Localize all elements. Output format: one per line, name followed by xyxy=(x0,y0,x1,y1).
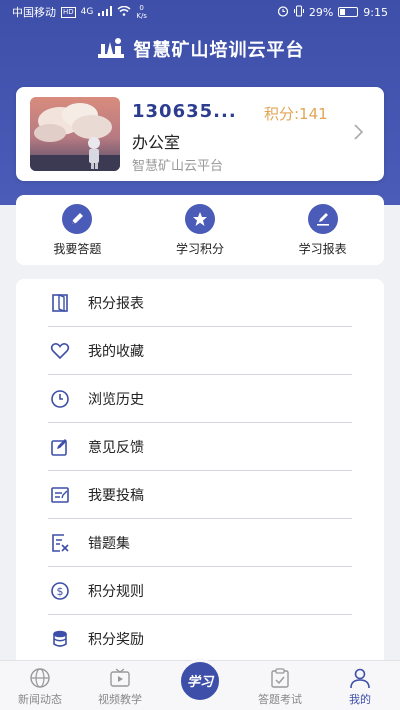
menu-item-label: 积分奖励 xyxy=(88,632,144,648)
menu-item-label: 积分规则 xyxy=(88,583,144,600)
person-icon xyxy=(350,668,370,689)
submit-icon xyxy=(48,483,72,507)
chevron-right-icon[interactable] xyxy=(351,123,365,141)
bottom-tab-bar: 新闻动态 视频教学 学习 答题考试 我的 xyxy=(0,659,400,710)
wrong-questions-icon xyxy=(48,531,72,555)
menu-item-history[interactable]: 浏览历史 xyxy=(48,375,352,423)
coin-stack-icon xyxy=(48,627,72,651)
battery-percent: 29% xyxy=(308,5,334,19)
quick-actions: 我要答题 学习积分 学习报表 xyxy=(16,195,384,265)
network-speed: 0 K/s xyxy=(136,4,147,20)
app-header: 智慧矿山培训云平台 xyxy=(0,34,400,64)
door-icon xyxy=(48,291,72,315)
clock-time: 9:15 xyxy=(363,5,388,19)
quick-action-label: 学习报表 xyxy=(298,241,347,256)
exam-icon xyxy=(271,668,289,688)
signal-icon xyxy=(98,5,113,19)
menu-item-label: 错题集 xyxy=(88,535,130,552)
globe-icon xyxy=(30,668,50,688)
tab-news[interactable]: 新闻动态 xyxy=(0,661,80,710)
quick-action-report[interactable]: 学习报表 xyxy=(273,203,373,257)
network-speed-value: 0 xyxy=(139,4,144,12)
department-name: 办公室 xyxy=(132,133,181,152)
status-bar: 中国移动 HD 4G 0 K/s 29% 9:15 xyxy=(0,0,400,24)
pencil-icon xyxy=(62,203,93,234)
menu-item-points-rules[interactable]: $ 积分规则 xyxy=(48,567,352,615)
menu-item-points-report[interactable]: 积分报表 xyxy=(48,279,352,327)
tab-label: 答题考试 xyxy=(258,693,302,706)
app-logo-icon xyxy=(97,38,124,58)
svg-text:$: $ xyxy=(57,585,64,598)
quick-action-answer[interactable]: 我要答题 xyxy=(27,203,127,257)
edit-icon xyxy=(307,203,338,234)
tab-label: 视频教学 xyxy=(98,693,142,706)
points-badge: 积分:141 xyxy=(264,105,328,123)
network-speed-unit: K/s xyxy=(136,12,147,20)
tab-label: 新闻动态 xyxy=(18,693,62,706)
dollar-icon: $ xyxy=(48,579,72,603)
wifi-icon xyxy=(117,5,131,19)
tab-mine[interactable]: 我的 xyxy=(320,661,400,710)
menu-list: 积分报表 我的收藏 浏览历史 意见反馈 我要投稿 错题集 $ 积分规则 积分奖励 xyxy=(16,279,384,661)
menu-item-feedback[interactable]: 意见反馈 xyxy=(48,423,352,471)
carrier-name: 中国移动 xyxy=(12,6,56,19)
study-icon: 学习 xyxy=(187,674,215,690)
quick-action-points[interactable]: 学习积分 xyxy=(150,203,250,257)
username: 130635... xyxy=(132,101,237,122)
menu-item-label: 我要投稿 xyxy=(88,487,144,504)
menu-item-wrong-questions[interactable]: 错题集 xyxy=(48,519,352,567)
menu-item-label: 意见反馈 xyxy=(88,439,144,456)
heart-icon xyxy=(48,339,72,363)
avatar[interactable] xyxy=(30,97,120,171)
menu-item-label: 我的收藏 xyxy=(88,343,144,360)
hd-badge: HD xyxy=(61,6,76,18)
profile-card[interactable]: 130635... 积分:141 办公室 智慧矿山云平台 xyxy=(16,87,384,181)
menu-item-favorites[interactable]: 我的收藏 xyxy=(48,327,352,375)
feedback-icon xyxy=(48,435,72,459)
tv-icon xyxy=(110,668,130,687)
tab-label: 我的 xyxy=(349,693,371,706)
quick-action-label: 我要答题 xyxy=(53,241,102,256)
tab-exam[interactable]: 答题考试 xyxy=(240,661,320,710)
clock-icon xyxy=(48,387,72,411)
tab-center-label: 学习 xyxy=(187,674,215,690)
quick-action-label: 学习积分 xyxy=(175,241,224,256)
star-icon xyxy=(184,203,215,234)
tab-video[interactable]: 视频教学 xyxy=(80,661,160,710)
vibrate-icon xyxy=(293,4,304,20)
tab-study[interactable]: 学习 xyxy=(178,659,222,703)
network-type: 4G xyxy=(80,7,94,17)
menu-item-submit[interactable]: 我要投稿 xyxy=(48,471,352,519)
app-title: 智慧矿山培训云平台 xyxy=(133,40,305,61)
alarm-icon xyxy=(277,5,289,20)
menu-item-label: 浏览历史 xyxy=(88,391,144,408)
battery-icon xyxy=(338,7,359,17)
organization-name: 智慧矿山云平台 xyxy=(132,159,224,174)
menu-item-points-rewards[interactable]: 积分奖励 xyxy=(48,615,352,663)
menu-item-label: 积分报表 xyxy=(88,295,144,312)
